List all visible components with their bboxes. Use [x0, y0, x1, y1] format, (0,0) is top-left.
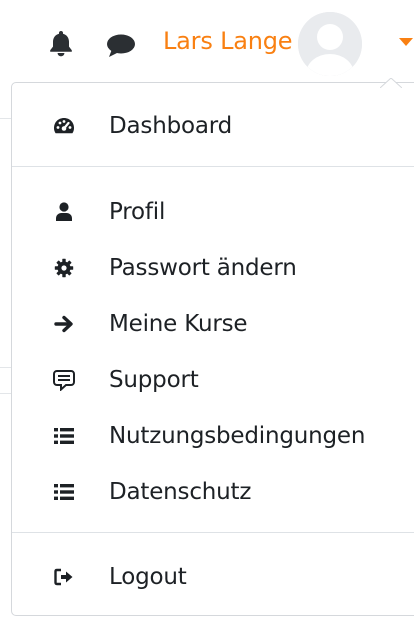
chat-icon[interactable]	[104, 30, 138, 60]
menu-item-support[interactable]: Support	[12, 358, 414, 402]
support-chat-icon	[53, 369, 75, 391]
menu-item-label: Meine Kurse	[109, 311, 248, 337]
menu-item-meine-kurse[interactable]: Meine Kurse	[12, 302, 414, 346]
user-name[interactable]: Lars Lange	[163, 24, 293, 58]
menu-divider	[12, 532, 414, 533]
dropdown-arrow	[379, 73, 403, 89]
menu-item-label: Support	[109, 367, 199, 393]
menu-divider	[12, 166, 414, 167]
list-icon	[53, 481, 75, 503]
menu-item-logout[interactable]: Logout	[12, 555, 414, 599]
menu-item-profil[interactable]: Profil	[12, 190, 414, 234]
user-menu-dropdown	[11, 82, 414, 616]
menu-item-nutzungsbedingungen[interactable]: Nutzungsbedingungen	[12, 414, 414, 458]
menu-item-label: Passwort ändern	[109, 255, 297, 281]
avatar[interactable]	[298, 12, 362, 76]
caret-down-icon[interactable]	[398, 33, 414, 46]
sign-out-icon	[53, 566, 75, 588]
menu-item-label: Nutzungsbedingungen	[109, 423, 366, 449]
menu-item-label: Dashboard	[109, 113, 232, 139]
list-icon	[53, 425, 75, 447]
gear-icon	[53, 257, 75, 279]
bell-icon[interactable]	[45, 27, 77, 59]
menu-item-label: Logout	[109, 564, 187, 590]
dashboard-icon	[53, 115, 75, 137]
menu-item-label: Datenschutz	[109, 479, 252, 505]
menu-item-passwort-aendern[interactable]: Passwort ändern	[12, 246, 414, 290]
menu-item-datenschutz[interactable]: Datenschutz	[12, 470, 414, 514]
user-icon	[53, 201, 75, 223]
menu-item-label: Profil	[109, 199, 166, 225]
menu-item-dashboard[interactable]: Dashboard	[12, 104, 414, 148]
navbar-user-area: Lars Lange	[0, 0, 414, 82]
arrow-right-icon	[53, 313, 75, 335]
